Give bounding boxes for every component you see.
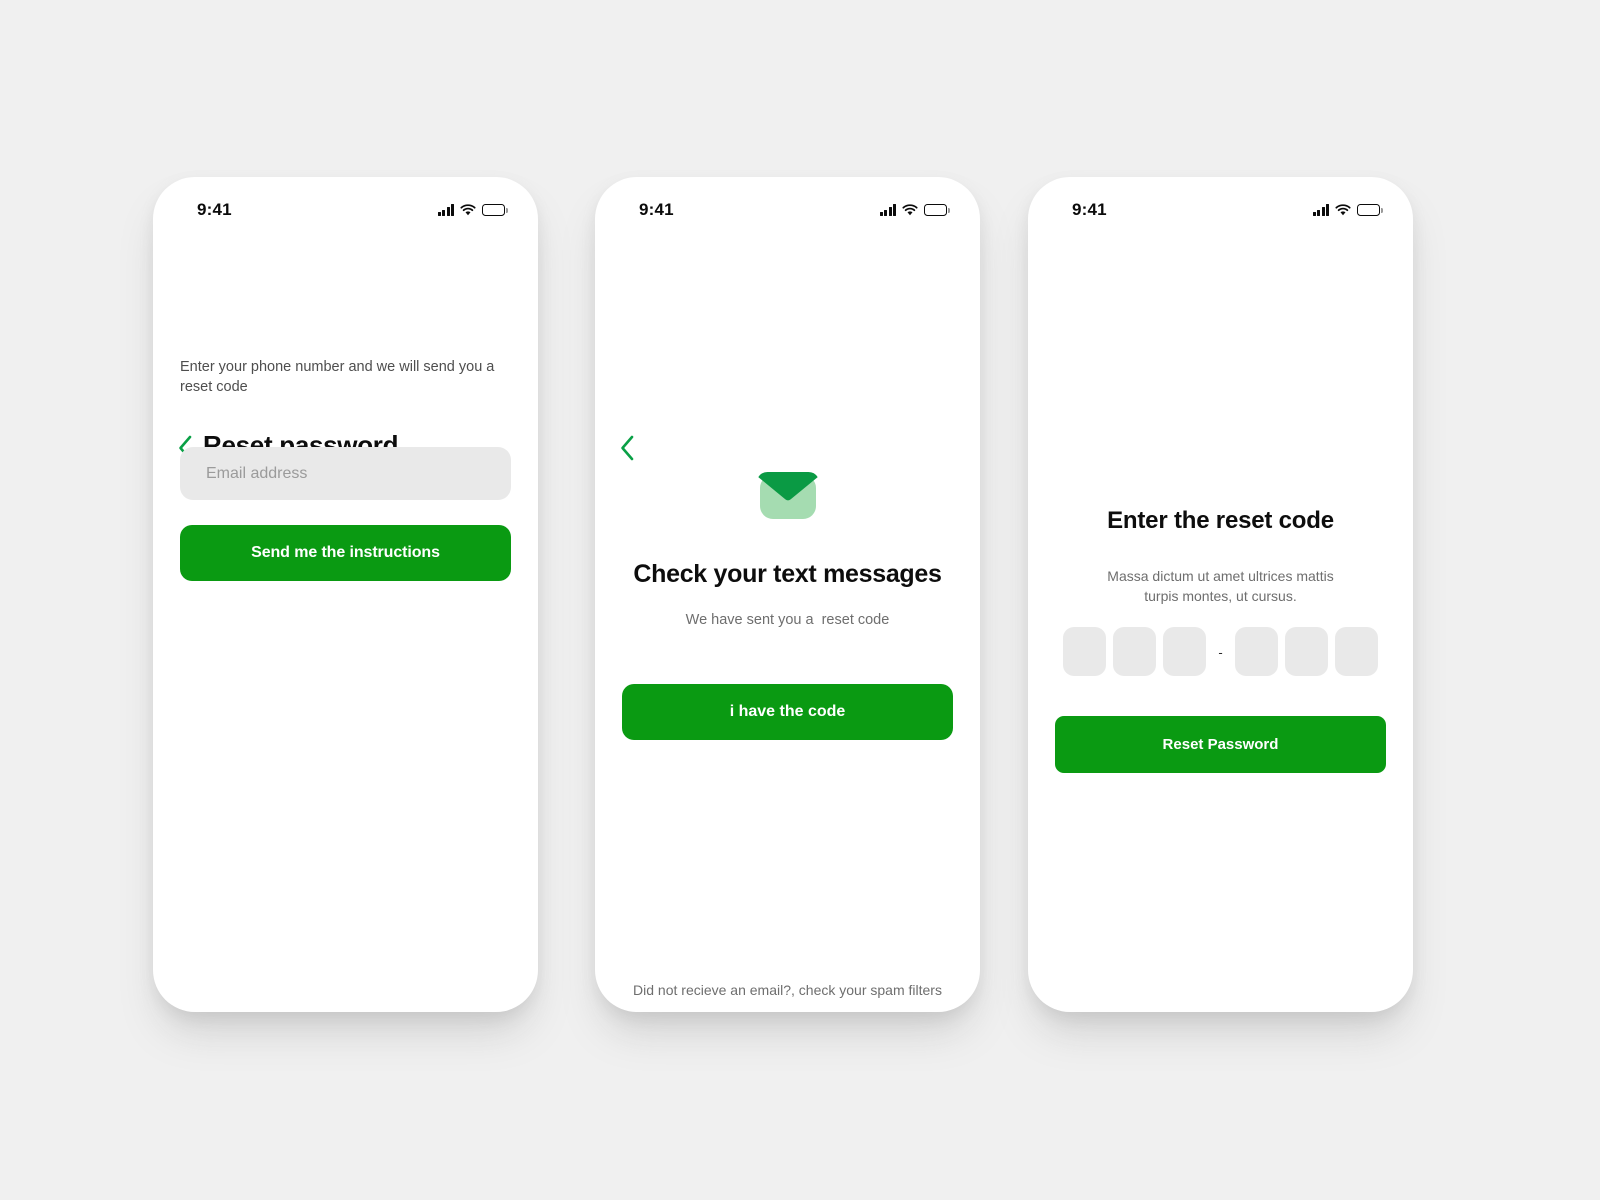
- status-bar-time: 9:41: [639, 200, 674, 219]
- phone-screen-reset-password: 9:41 Reset password Enter your phone num…: [153, 177, 538, 1012]
- design-canvas: 9:41 Reset password Enter your phone num…: [0, 0, 1600, 1200]
- page-subtitle: We have sent you a reset code: [685, 612, 890, 628]
- page-subtitle: Enter your phone number and we will send…: [180, 359, 495, 395]
- status-bar-icons: [437, 204, 508, 216]
- reset-code-input-group: -: [1028, 627, 1413, 676]
- screen-body: Enter your phone number and we will send…: [153, 229, 538, 1012]
- status-bar: 9:41: [153, 177, 538, 229]
- spam-filter-note: Did not recieve an email?, check your sp…: [633, 982, 942, 998]
- phone-screen-check-messages: 9:41 Check your text messages We have se…: [595, 177, 980, 1012]
- code-digit-4[interactable]: [1234, 627, 1278, 676]
- code-digit-5[interactable]: [1284, 627, 1328, 676]
- status-bar-time: 9:41: [197, 200, 232, 219]
- code-digit-6[interactable]: [1334, 627, 1378, 676]
- phone-screen-enter-reset-code: 9:41 Enter the reset code Massa dictum u…: [1028, 177, 1413, 1012]
- status-bar-time: 9:41: [1072, 200, 1107, 219]
- send-instructions-button[interactable]: Send me the instructions: [180, 525, 511, 581]
- status-bar: 9:41: [1028, 177, 1413, 229]
- status-bar-icons: [879, 204, 950, 216]
- cellular-signal-icon: [879, 204, 896, 216]
- page-title: Enter the reset code: [1107, 507, 1334, 534]
- envelope-icon: [757, 472, 818, 519]
- battery-full-icon: [924, 204, 950, 216]
- battery-full-icon: [482, 204, 508, 216]
- page-subtitle-line-2: turpis montes, ut cursus.: [1144, 588, 1297, 605]
- wifi-icon: [902, 204, 918, 216]
- cellular-signal-icon: [437, 204, 454, 216]
- wifi-icon: [1335, 204, 1351, 216]
- email-input[interactable]: [180, 447, 511, 500]
- screen-body: Enter the reset code Massa dictum ut ame…: [1028, 229, 1413, 1012]
- i-have-the-code-button[interactable]: i have the code: [622, 684, 953, 740]
- page-subtitle-line-1: Massa dictum ut amet ultrices mattis: [1107, 568, 1334, 584]
- code-digit-1[interactable]: [1063, 627, 1107, 676]
- cellular-signal-icon: [1312, 204, 1329, 216]
- code-digit-3[interactable]: [1163, 627, 1207, 676]
- code-group-separator: -: [1218, 645, 1223, 660]
- battery-full-icon: [1357, 204, 1383, 216]
- page-title: Check your text messages: [633, 560, 942, 588]
- wifi-icon: [460, 204, 476, 216]
- screen-body: Check your text messages We have sent yo…: [595, 229, 980, 1012]
- status-bar-icons: [1312, 204, 1383, 216]
- page-subtitle: Massa dictum ut amet ultrices mattis tur…: [1028, 566, 1413, 607]
- reset-password-button[interactable]: Reset Password: [1055, 716, 1386, 773]
- status-bar: 9:41: [595, 177, 980, 229]
- code-digit-2[interactable]: [1113, 627, 1157, 676]
